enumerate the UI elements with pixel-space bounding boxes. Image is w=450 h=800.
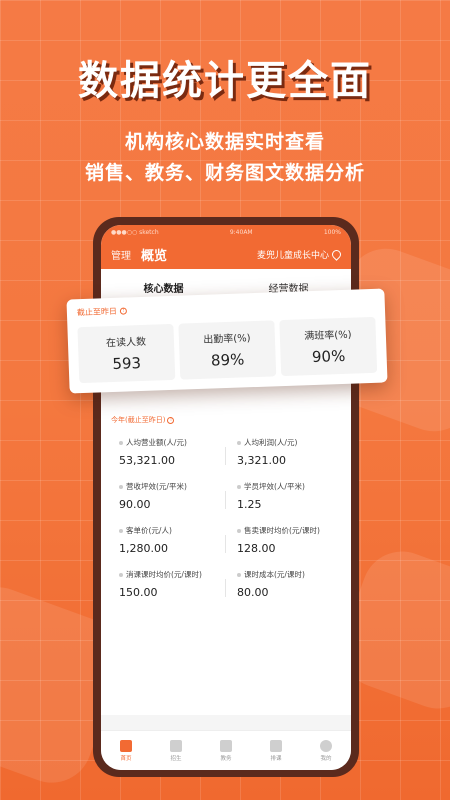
- metric-label: 学员坪效(人/平米): [244, 482, 305, 491]
- metric-value: 3,321.00: [237, 454, 286, 467]
- location-pin-icon: [330, 247, 343, 261]
- org-selector[interactable]: 麦兜儿童成长中心: [256, 247, 343, 261]
- metric-enrolled-students[interactable]: 在读人数 593: [77, 323, 176, 384]
- yearly-section-label: 今年(截止至昨日) !: [111, 415, 175, 425]
- metric-label: 课时成本(元/课时): [244, 570, 305, 579]
- tabbar-label: 首页: [120, 755, 132, 762]
- metric-label: 客单价(元/人): [126, 526, 172, 535]
- clock-text: 9:40AM: [229, 228, 253, 236]
- tabbar-schedule[interactable]: 排课: [270, 739, 282, 762]
- metric-label: 满班率(%): [304, 329, 352, 343]
- bullet-dot-icon: [237, 440, 241, 445]
- metric-value: 53,321.00: [119, 454, 175, 467]
- info-icon[interactable]: !: [119, 307, 128, 315]
- divider: [225, 491, 226, 509]
- metric-value: 90%: [311, 346, 346, 367]
- divider: [225, 447, 226, 465]
- tabbar-label: 教务: [220, 755, 232, 762]
- manage-button[interactable]: 管理: [111, 247, 131, 262]
- bullet-dot-icon: [119, 440, 123, 445]
- tabbar-home[interactable]: 首页: [120, 739, 132, 762]
- bullet-dot-icon: [119, 484, 123, 489]
- tabbar-teaching[interactable]: 教务: [220, 739, 232, 762]
- bullet-dot-icon: [119, 528, 123, 533]
- metric-attendance-rate[interactable]: 出勤率(%) 89%: [178, 320, 277, 380]
- divider: [225, 535, 226, 553]
- status-bar: ●●●○○ sketch 9:40AM 100%: [101, 225, 351, 239]
- bullet-dot-icon: [119, 572, 123, 577]
- metric-sold-lesson-price[interactable]: 售卖课时均价(元/课时) 128.00: [237, 525, 347, 555]
- core-label-text: 截止至昨日: [76, 306, 118, 318]
- metric-revenue-per-area[interactable]: 营收坪效(元/平米) 90.00: [119, 481, 229, 511]
- metric-lesson-cost[interactable]: 课时成本(元/课时) 80.00: [237, 569, 347, 599]
- promo-headline: 数据统计更全面: [78, 58, 372, 104]
- bullet-dot-icon: [237, 484, 241, 489]
- metric-value: 128.00: [237, 542, 276, 555]
- enroll-icon: [170, 739, 182, 752]
- metric-label: 人均利润(人/元): [244, 438, 298, 447]
- info-icon[interactable]: !: [167, 416, 175, 424]
- teaching-icon: [220, 739, 232, 752]
- metric-avg-revenue[interactable]: 人均营业额(人/元) 53,321.00: [119, 437, 229, 467]
- metric-label: 人均营业额(人/元): [126, 438, 187, 447]
- metric-value: 90.00: [119, 498, 151, 511]
- home-icon: [120, 739, 132, 752]
- metric-label: 在读人数: [105, 336, 147, 350]
- profile-icon: [320, 739, 332, 752]
- metric-label: 出勤率(%): [203, 333, 251, 346]
- metric-full-class-rate[interactable]: 满班率(%) 90%: [279, 316, 378, 377]
- metric-value: 593: [112, 354, 142, 374]
- metric-label: 消课课时均价(元/课时): [126, 570, 202, 579]
- bullet-dot-icon: [237, 528, 241, 533]
- app-header: 管理 概览 麦兜儿童成长中心: [101, 239, 351, 269]
- divider: [225, 579, 226, 597]
- promo-subtitle-1: 机构核心数据实时查看: [124, 131, 325, 153]
- metric-value: 89%: [210, 350, 245, 370]
- tabbar-label: 我的: [320, 755, 332, 762]
- tabbar-profile[interactable]: 我的: [320, 739, 332, 762]
- promo-subtitle-2: 销售、教务、财务图文数据分析: [84, 162, 365, 184]
- battery-text: 100%: [323, 228, 341, 236]
- tabbar-enroll[interactable]: 招生: [170, 739, 182, 762]
- metric-value: 80.00: [237, 586, 269, 599]
- core-section-label: 截止至昨日 !: [76, 305, 128, 318]
- org-name: 麦兜儿童成长中心: [256, 250, 329, 261]
- metric-value: 1.25: [237, 498, 262, 511]
- metric-value: 1,280.00: [119, 542, 168, 555]
- metric-value: 150.00: [119, 586, 158, 599]
- carrier-text: ●●●○○ sketch: [111, 228, 159, 236]
- page-title: 概览: [141, 248, 168, 264]
- metric-students-per-area[interactable]: 学员坪效(人/平米) 1.25: [237, 481, 347, 511]
- metric-avg-profit[interactable]: 人均利润(人/元) 3,321.00: [237, 437, 347, 467]
- core-metrics-card: 截止至昨日 ! 在读人数 593 出勤率(%) 89% 满班率(%) 90%: [66, 288, 388, 394]
- tabbar-label: 招生: [170, 755, 182, 762]
- tabbar-label: 排课: [270, 755, 282, 762]
- schedule-icon: [270, 739, 282, 752]
- metric-unit-price[interactable]: 客单价(元/人) 1,280.00: [119, 525, 229, 555]
- metric-consumed-lesson-price[interactable]: 消课课时均价(元/课时) 150.00: [119, 569, 229, 599]
- bullet-dot-icon: [237, 572, 241, 577]
- metric-label: 营收坪效(元/平米): [126, 482, 187, 491]
- bottom-tab-bar: 首页 招生 教务 排课 我的: [101, 730, 351, 770]
- metric-label: 售卖课时均价(元/课时): [244, 526, 320, 535]
- yearly-label-text: 今年(截止至昨日): [111, 416, 166, 424]
